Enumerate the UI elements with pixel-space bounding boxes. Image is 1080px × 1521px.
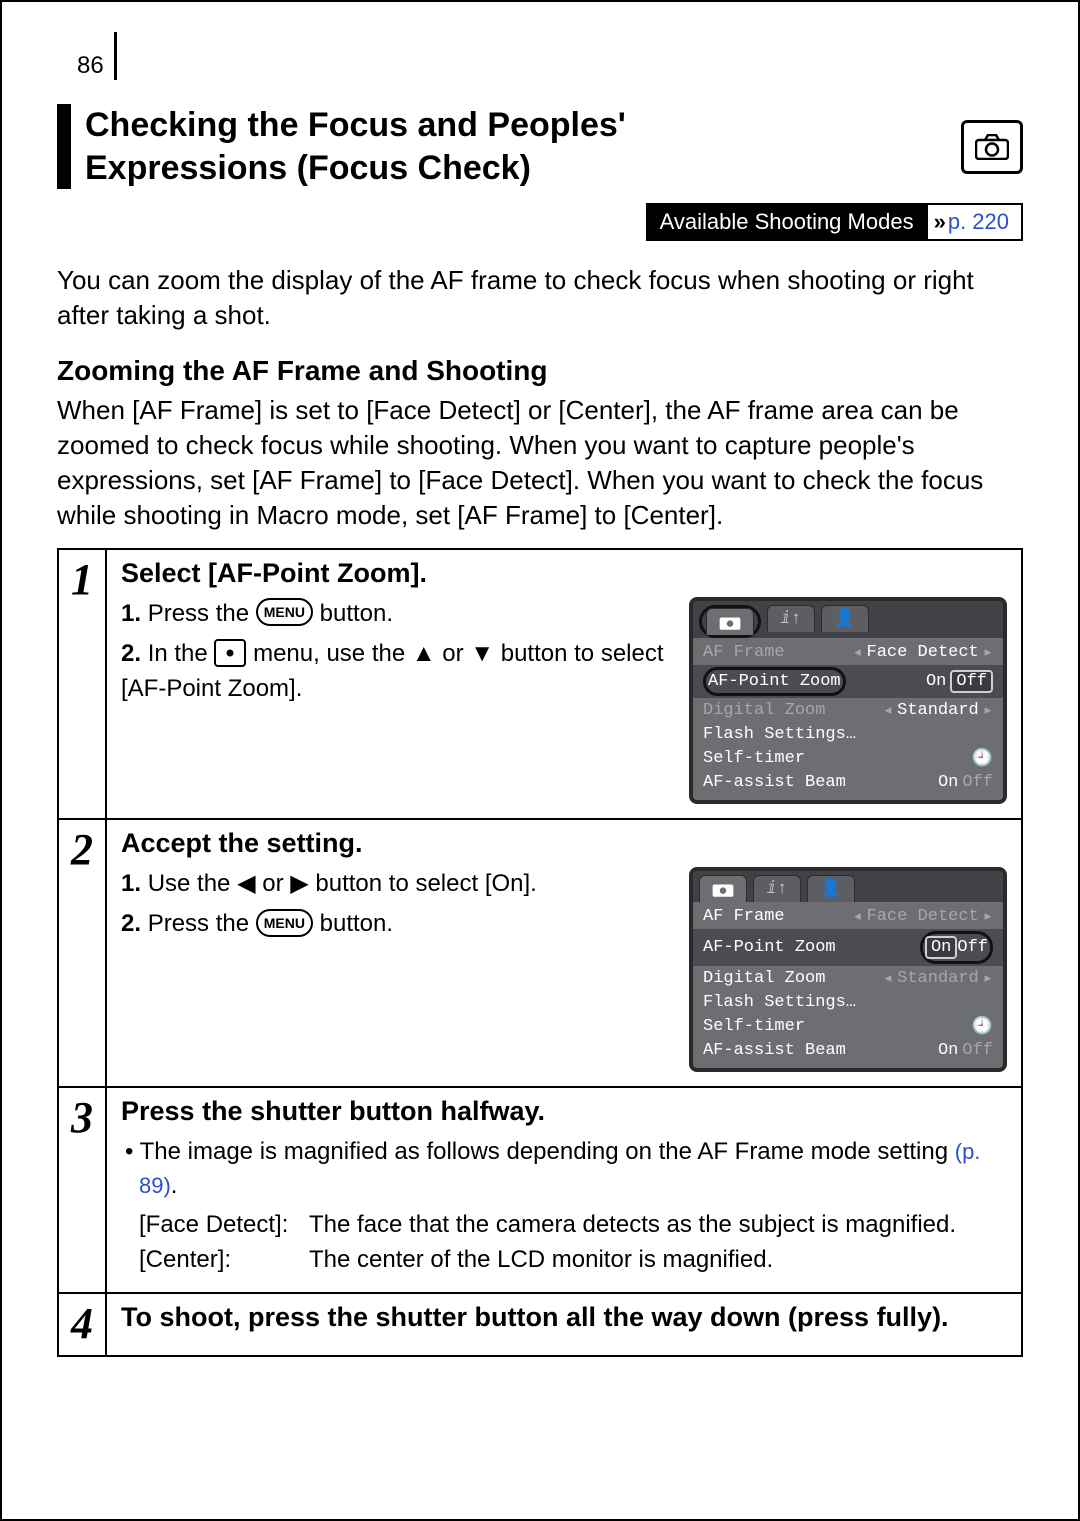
step-number-cell: 4 [58,1293,106,1356]
subsection-heading: Zooming the AF Frame and Shooting [57,355,1023,387]
step-number-cell: 1 [58,549,106,819]
steps-table: 1 Select [AF-Point Zoom]. 1. Press the M… [57,548,1023,1357]
lcd-row-self-timer: Self-timer 🕘 [693,746,1003,771]
manual-page: 86 Checking the Focus and Peoples' Expre… [0,0,1080,1521]
available-modes-label: Available Shooting Modes [646,203,928,241]
lcd-row-af-frame: AF Frame ◂Face Detect▸ [693,640,1003,665]
lcd-tab-person: 👤 [807,875,855,902]
step-1-body-cell: Select [AF-Point Zoom]. 1. Press the MEN… [106,549,1022,819]
step-2-instructions: 1. Use the ◀ or ▶ button to select [On].… [121,867,675,1072]
list-num: 2. [121,640,141,667]
step-1-number: 1 [71,555,93,604]
lcd-row-self-timer: Self-timer 🕘 [693,1014,1003,1039]
lcd-row-af-assist: AF-assist Beam On Off [693,771,1003,794]
subsection-paragraph: When [AF Frame] is set to [Face Detect] … [57,393,1023,533]
page-number: 86 [77,32,117,80]
page-number-box: 86 [77,32,1023,80]
page-reference-box[interactable]: » p. 220 [928,203,1023,241]
section-title-row: Checking the Focus and Peoples' Expressi… [57,104,1023,189]
arrow-left-icon: ◀ [237,870,255,897]
title-line-1: Checking the Focus and Peoples' [85,106,626,144]
lcd-tab-camera [699,875,747,902]
step-3-instructions: • The image is magnified as follows depe… [121,1135,1007,1278]
step-3-title: Press the shutter button halfway. [121,1096,1007,1127]
step-1-title: Select [AF-Point Zoom]. [121,558,1007,589]
lcd-tab-camera [706,608,754,635]
lcd-screenshot-1: ⅈ↑ 👤 AF Frame ◂Face Detect▸ AF-Point Zoo… [689,597,1007,804]
lcd-row-digital-zoom: Digital Zoom ◂Standard▸ [693,966,1003,991]
step-1-instructions: 1. Press the MENU button. 2. In the men [121,597,675,804]
face-detect-desc: The face that the camera detects as the … [309,1208,956,1243]
step-2-number: 2 [71,825,93,874]
face-detect-label: [Face Detect]: [139,1208,299,1243]
step-3-body-cell: Press the shutter button halfway. • The … [106,1087,1022,1293]
lcd-row-af-point-zoom: AF-Point Zoom On Off [693,665,1003,698]
lcd-row-af-assist: AF-assist Beam On Off [693,1039,1003,1062]
center-desc: The center of the LCD monitor is magnifi… [309,1243,773,1278]
intro-paragraph: You can zoom the display of the AF frame… [57,263,1023,333]
step-2-title: Accept the setting. [121,828,1007,859]
title-accent-bar [57,104,71,189]
available-modes-row: Available Shooting Modes » p. 220 [57,203,1023,241]
list-num: 2. [121,910,141,937]
title-line-2: Expressions (Focus Check) [85,149,531,187]
step-number-cell: 2 [58,819,106,1087]
lcd-row-af-point-zoom: AF-Point Zoom On Off [693,929,1003,966]
self-timer-icon: 🕘 [972,748,993,769]
lcd-row-digital-zoom: Digital Zoom ◂Standard▸ [693,698,1003,723]
lcd-row-flash: Flash Settings… [693,723,1003,746]
arrow-up-icon: ▲ [412,640,436,667]
list-num: 1. [121,600,141,627]
step-4-number: 4 [71,1299,93,1348]
lcd-tab-tools: ⅈ↑ [753,875,801,902]
step-number-cell: 3 [58,1087,106,1293]
step-4-title: To shoot, press the shutter button all t… [121,1302,1007,1333]
camera-icon [975,134,1009,160]
record-menu-icon [214,639,246,667]
step-4-body-cell: To shoot, press the shutter button all t… [106,1293,1022,1356]
arrow-right-icon: ▶ [290,870,308,897]
lcd-tab-tools: ⅈ↑ [767,605,815,632]
lcd-tab-person: 👤 [821,605,869,632]
lcd-screenshot-2: ⅈ↑ 👤 AF Frame ◂Face Detect▸ AF-Point Zoo… [689,867,1007,1072]
list-num: 1. [121,870,141,897]
lcd-row-af-frame: AF Frame ◂Face Detect▸ [693,904,1003,929]
chevron-right-icon: » [934,209,940,235]
arrow-down-icon: ▼ [470,640,494,667]
menu-button-icon: MENU [256,909,313,937]
section-title: Checking the Focus and Peoples' Expressi… [85,104,951,189]
lcd-tab-highlight [699,605,761,638]
menu-button-icon: MENU [256,598,313,626]
page-reference-link: p. 220 [948,209,1009,235]
shooting-mode-icon-box [961,120,1023,174]
step-3-number: 3 [71,1093,93,1142]
lcd-row-flash: Flash Settings… [693,991,1003,1014]
center-label: [Center]: [139,1243,299,1278]
self-timer-icon: 🕘 [972,1016,993,1037]
step-2-body-cell: Accept the setting. 1. Use the ◀ or ▶ bu… [106,819,1022,1087]
